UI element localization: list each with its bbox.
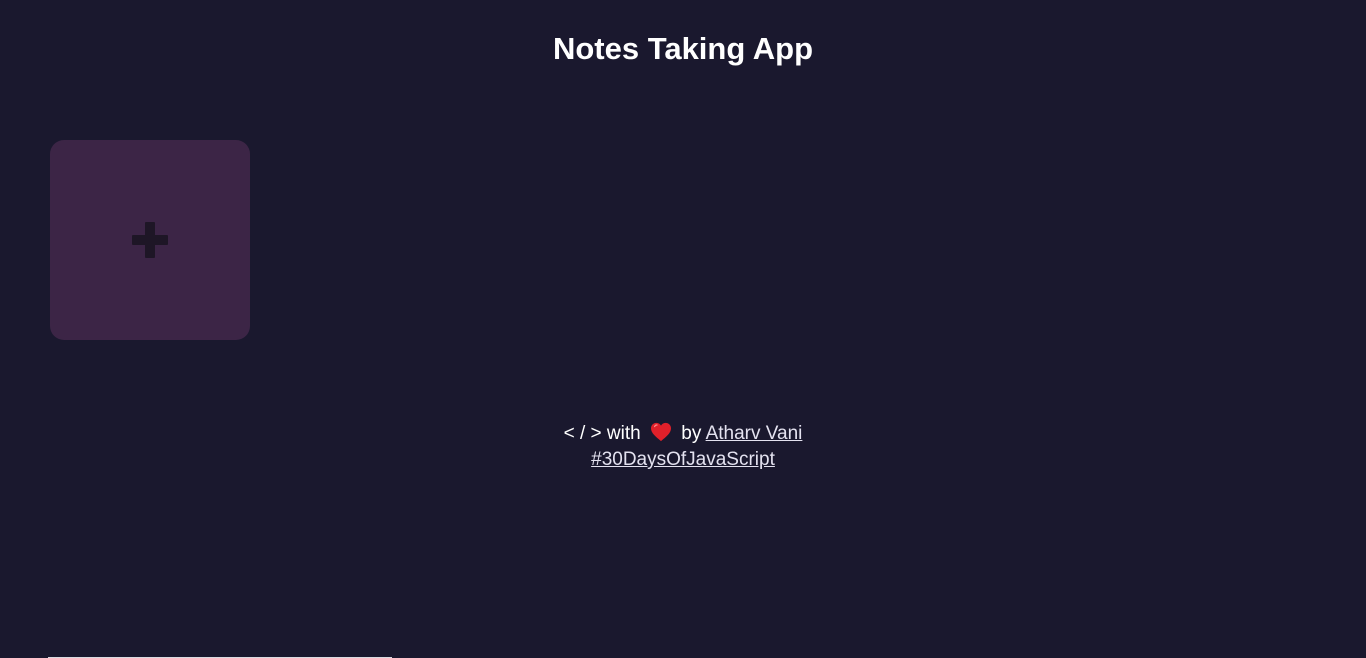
footer: < / > with by Atharv Vani #30DaysOfJavaS… [0, 421, 1366, 473]
plus-icon [132, 222, 168, 258]
author-link[interactable]: Atharv Vani [706, 423, 803, 444]
footer-credit-line: < / > with by Atharv Vani [0, 421, 1366, 447]
hashtag-link[interactable]: #30DaysOfJavaScript [591, 449, 775, 470]
with-text: with [606, 423, 641, 444]
page-title: Notes Taking App [552, 31, 814, 66]
code-symbol: < / > [563, 423, 602, 444]
footer-hashtag-line: #30DaysOfJavaScript [0, 447, 1366, 473]
notes-grid [50, 140, 250, 340]
app-page: Notes Taking App < / > with by Atharv Va… [0, 0, 1366, 658]
by-text: by [681, 423, 702, 444]
heart-icon [650, 422, 671, 442]
add-note-button[interactable] [50, 140, 250, 340]
